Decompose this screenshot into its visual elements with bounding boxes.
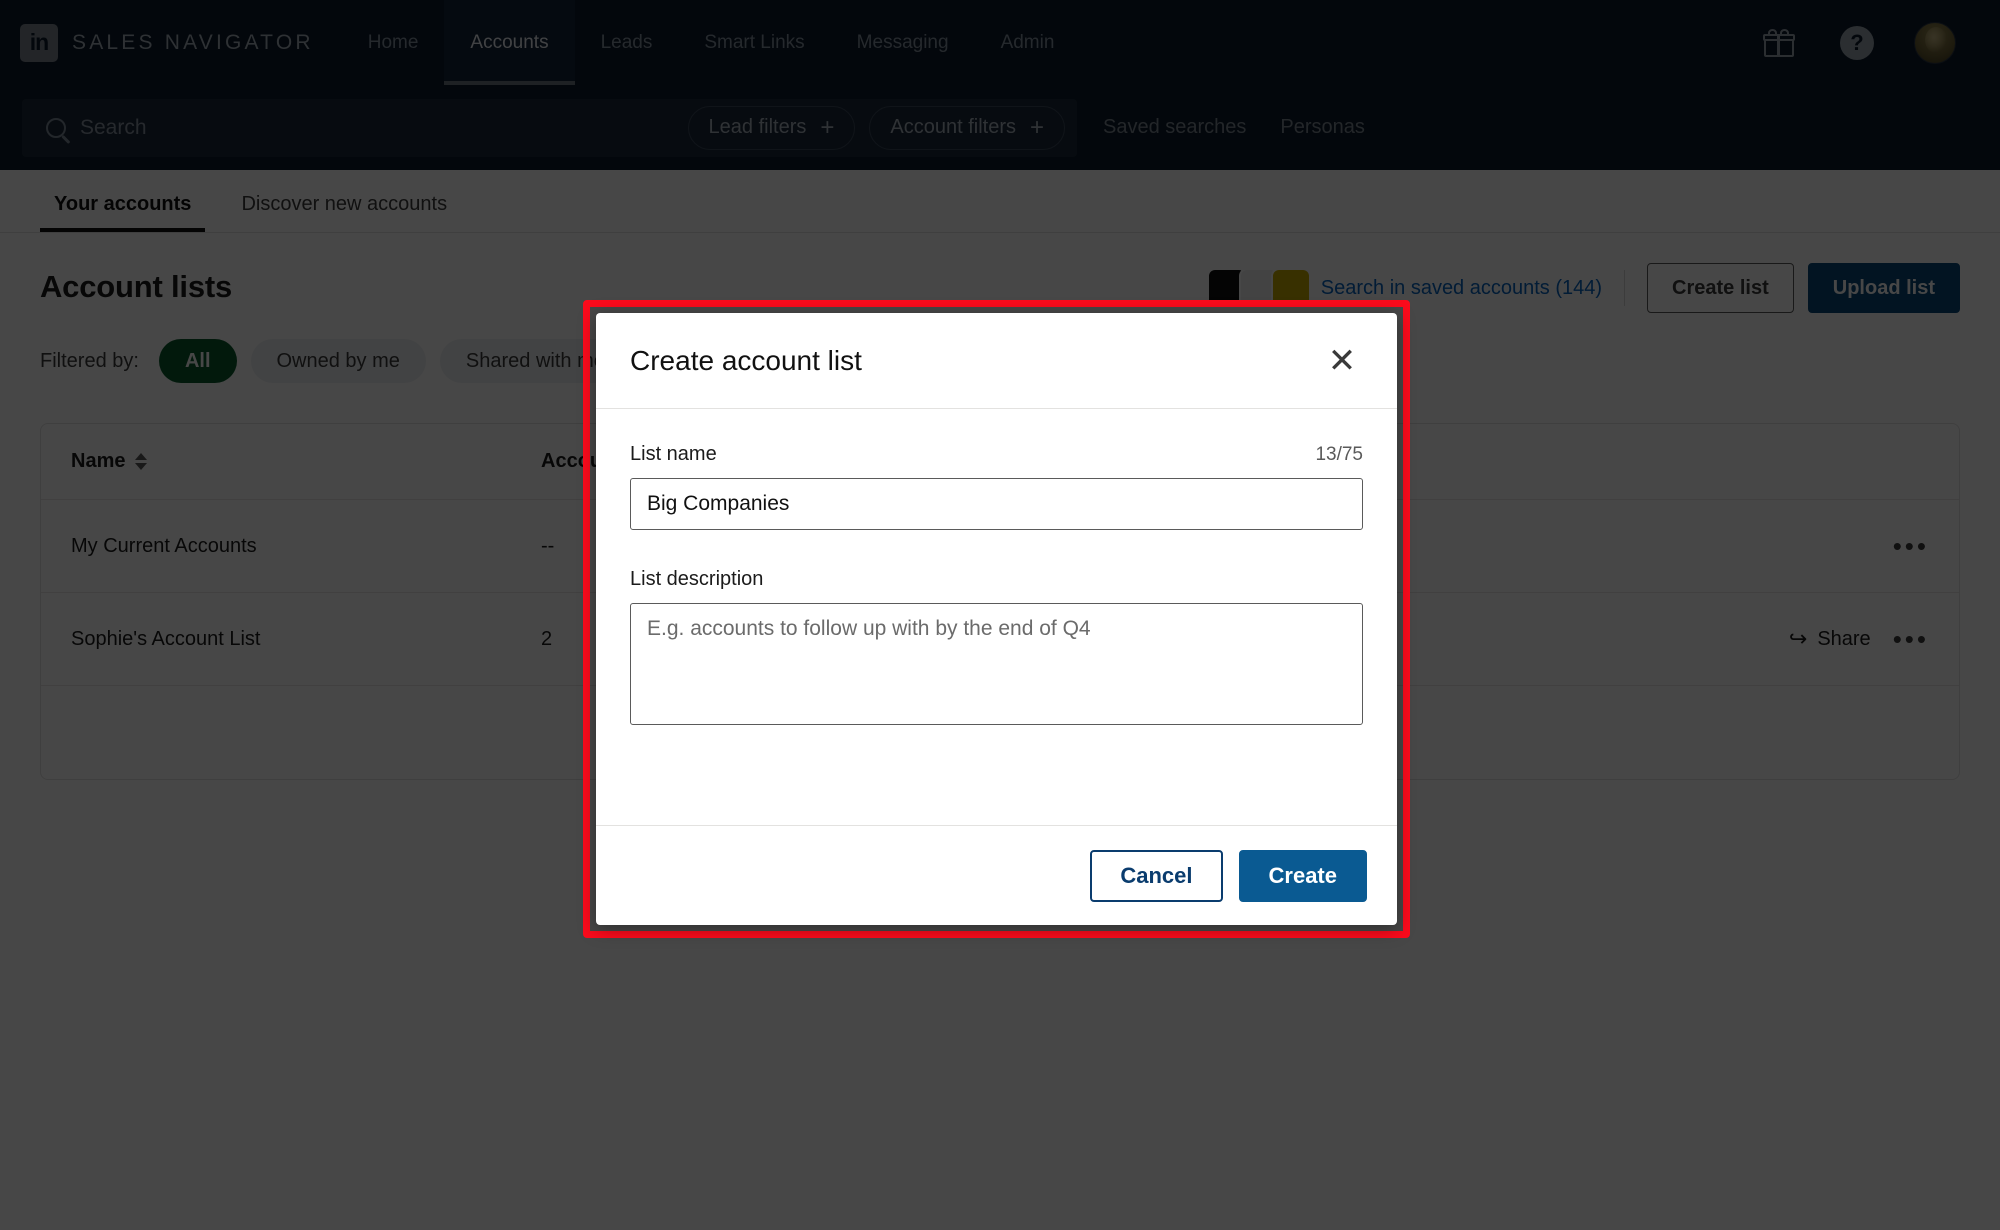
list-name-field-header: List name 13/75 bbox=[630, 443, 1363, 466]
create-account-list-dialog: Create account list ✕ List name 13/75 Li… bbox=[596, 313, 1397, 925]
list-description-input[interactable] bbox=[630, 603, 1363, 725]
create-button[interactable]: Create bbox=[1238, 849, 1367, 902]
list-description-label: List description bbox=[630, 568, 764, 590]
app-window: in SALES NAVIGATOR Home Accounts Leads S… bbox=[0, 0, 2000, 1230]
close-icon[interactable]: ✕ bbox=[1321, 340, 1363, 382]
dialog-body: List name 13/75 List description bbox=[596, 409, 1397, 825]
dialog-title: Create account list bbox=[630, 344, 862, 376]
list-name-counter: 13/75 bbox=[1315, 444, 1363, 465]
list-name-input[interactable] bbox=[630, 478, 1363, 530]
list-description-field-header: List description bbox=[630, 568, 1363, 591]
list-name-label: List name bbox=[630, 443, 717, 465]
dialog-header: Create account list ✕ bbox=[596, 313, 1397, 409]
dialog-footer: Cancel Create bbox=[596, 825, 1397, 925]
cancel-button[interactable]: Cancel bbox=[1090, 849, 1223, 902]
